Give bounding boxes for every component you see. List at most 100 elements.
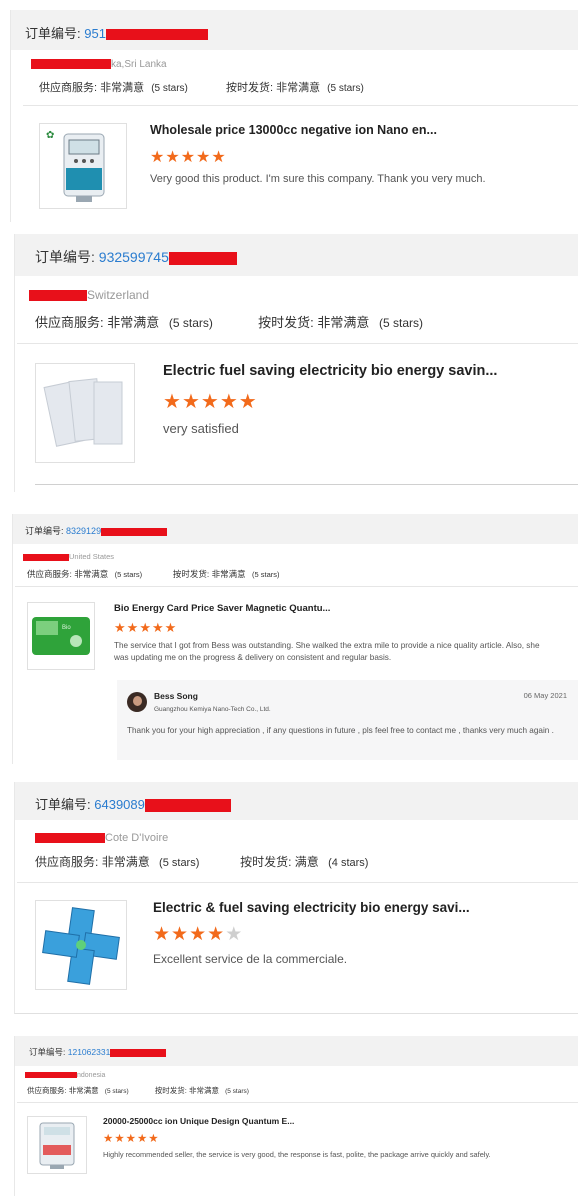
divider [35, 484, 578, 485]
supplier-service-label: 供应商服务: [27, 1086, 67, 1095]
order-number: 订单编号: 121062331 [29, 1046, 167, 1058]
product-title[interactable]: Electric fuel saving electricity bio ene… [163, 363, 563, 379]
review-card: 订单编号: 8329129 United States 供应商服务: 非常满意 … [12, 514, 578, 764]
star-rating: ★★★★★ [114, 620, 177, 636]
divider [17, 343, 578, 344]
redaction [168, 251, 237, 265]
star-icon: ★ [211, 149, 227, 166]
redaction [29, 290, 87, 302]
star-icon: ★ [126, 620, 140, 635]
star-icon: ★ [207, 924, 226, 945]
star-icon: ★ [103, 1133, 115, 1145]
supplier-service-label: 供应商服务: [35, 855, 99, 869]
svg-text:✿: ✿ [46, 130, 54, 141]
review-text: The service that I got from Bess was out… [114, 641, 540, 662]
supplier-rating-value: 非常满意 [101, 855, 150, 869]
order-header: 订单编号: 6439089 [15, 782, 578, 820]
supplier-stars-text: (5 stars) [168, 316, 213, 330]
replier-company: Guangzhou Kemiya Nano-Tech Co., Ltd. [154, 706, 271, 713]
redaction [105, 29, 208, 41]
redaction [35, 833, 105, 844]
delivery-stars-text: (4 stars) [328, 857, 369, 869]
redaction [110, 1048, 167, 1057]
product-title[interactable]: 20000-25000cc ion Unique Design Quantum … [103, 1116, 503, 1126]
star-icon: ★ [181, 391, 201, 413]
product-thumbnail[interactable] [35, 363, 135, 463]
supplier-stars-text: (5 stars) [159, 857, 200, 869]
order-header: 订单编号: 932599745 [15, 234, 578, 276]
star-icon: ★ [125, 1133, 137, 1145]
product-title[interactable]: Electric & fuel saving electricity bio e… [153, 900, 563, 915]
product-thumbnail[interactable]: Bio [27, 602, 95, 670]
reply-date: 06 May 2021 [523, 691, 567, 700]
star-icon: ★ [114, 620, 127, 635]
order-header: 订单编号: 8329129 [13, 514, 578, 544]
star-rating: ★★★★★ [163, 389, 258, 414]
supplier-rating-value: 非常满意 [68, 1086, 99, 1095]
rating-summary: 供应商服务: 非常满意 (5 stars) 按时发货: 非常满意 (5 star… [27, 568, 280, 580]
review-text: Excellent service de la commerciale. [153, 952, 348, 966]
star-icon: ★ [136, 1133, 149, 1145]
reply-text: Thank you for your high appreciation , i… [127, 726, 554, 735]
location-text: ndonesia [77, 1072, 106, 1079]
order-number: 订单编号: 6439089 [35, 794, 231, 813]
star-icon: ★ [148, 1133, 160, 1145]
order-number-link[interactable]: 951 [84, 26, 106, 41]
supplier-reply: Bess Song Guangzhou Kemiya Nano-Tech Co.… [117, 680, 578, 760]
rating-summary: 供应商服务: 非常满意 (5 stars) 按时发货: 非常满意 (5 star… [39, 79, 364, 95]
product-thumbnail[interactable] [27, 1116, 87, 1174]
star-icon: ★ [196, 149, 212, 166]
product-title[interactable]: Wholesale price 13000cc negative ion Nan… [150, 123, 560, 137]
supplier-rating-value: 非常满意 [74, 569, 109, 579]
order-label: 订单编号: [25, 26, 81, 41]
order-number-link[interactable]: 121062331 [68, 1047, 111, 1057]
replier-name: Bess Song [154, 691, 198, 701]
order-number: 订单编号: 8329129 [25, 524, 168, 537]
order-label: 订单编号: [35, 797, 91, 812]
review-card: 订单编号: 6439089 Cote D'Ivoire 供应商服务: 非常满意 … [14, 782, 578, 1014]
buyer-location: ka,Sri Lanka [31, 59, 167, 70]
star-icon: ★ [238, 391, 258, 413]
supplier-stars-text: (5 stars) [104, 1088, 129, 1095]
order-label: 订单编号: [25, 526, 64, 536]
avatar [127, 692, 147, 712]
buyer-location: Switzerland [29, 288, 149, 302]
order-number-link[interactable]: 932599745 [99, 249, 169, 265]
product-thumbnail[interactable]: ✿ [39, 123, 127, 209]
star-icon: ★ [164, 620, 178, 635]
location-text: ka,Sri Lanka [111, 59, 167, 70]
buyer-location: Cote D'Ivoire [35, 832, 168, 844]
delivery-stars-text: (5 stars) [225, 1088, 249, 1095]
product-thumbnail[interactable] [35, 900, 127, 990]
delivery-stars-text: (5 stars) [379, 316, 424, 330]
star-icon: ★ [189, 924, 208, 945]
supplier-service-label: 供应商服务: [27, 569, 72, 579]
buyer-location: United States [23, 552, 114, 561]
order-number-link[interactable]: 8329129 [66, 526, 101, 536]
review-card: 订单编号: 932599745 Switzerland 供应商服务: 非常满意 … [14, 234, 578, 492]
location-text: United States [69, 552, 115, 561]
buyer-location: ndonesia [25, 1072, 105, 1079]
location-text: Switzerland [87, 288, 150, 302]
star-rating: ★★★★★ [150, 147, 227, 167]
star-icon: ★ [219, 391, 239, 413]
star-rating: ★★★★★ [103, 1131, 160, 1145]
star-icon: ★ [200, 391, 220, 413]
rating-summary: 供应商服务: 非常满意 (5 stars) 按时发货: 满意 (4 stars) [35, 853, 368, 870]
star-icon: ★ [163, 391, 182, 413]
delivery-rating-value: 满意 [294, 855, 319, 869]
redaction [101, 527, 168, 536]
order-number-link[interactable]: 6439089 [94, 797, 145, 812]
delivery-rating-value: 非常满意 [317, 315, 370, 330]
on-time-label: 按时发货: [258, 315, 314, 330]
supplier-rating-value: 非常满意 [107, 315, 160, 330]
order-header: 订单编号: 121062331 [15, 1036, 578, 1066]
product-title[interactable]: Bio Energy Card Price Saver Magnetic Qua… [114, 603, 534, 614]
supplier-stars-text: (5 stars) [114, 570, 143, 579]
svg-text:Bio: Bio [62, 625, 71, 631]
order-number: 订单编号: 951 [25, 23, 208, 42]
supplier-rating-value: 非常满意 [100, 82, 145, 94]
rating-summary: 供应商服务: 非常满意 (5 stars) 按时发货: 非常满意 (5 star… [27, 1085, 249, 1096]
redaction [25, 1072, 77, 1079]
star-icon: ★ [151, 620, 165, 635]
